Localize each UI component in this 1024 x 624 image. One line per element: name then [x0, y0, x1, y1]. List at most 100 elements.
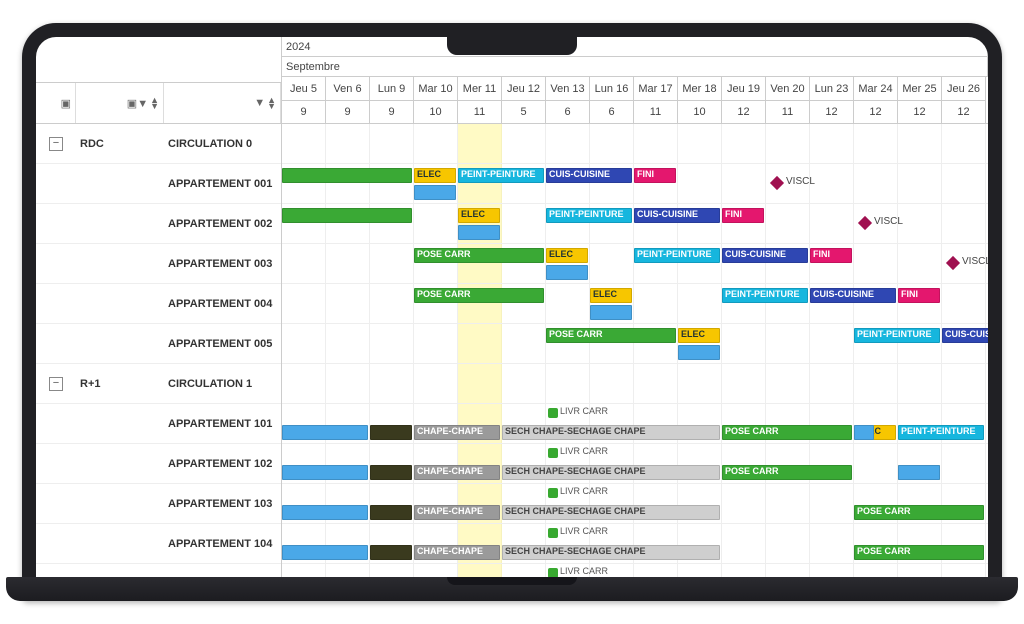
task-bar[interactable]: CHAPE-CHAPE [414, 545, 500, 560]
task-bar[interactable]: ELEC [414, 168, 456, 183]
task-bar[interactable]: ELEC [546, 248, 588, 263]
task-bar[interactable]: POSE CARR [546, 328, 676, 343]
task-bar[interactable]: FINI [634, 168, 676, 183]
day-column-header[interactable]: Ven 69 [326, 77, 370, 123]
task-bar[interactable]: CHAPE-CHAPE [414, 505, 500, 520]
tree-row[interactable]: APPARTEMENT 105 [36, 564, 281, 577]
milestone-diamond[interactable] [946, 256, 960, 270]
filter-icon[interactable]: ▼ [254, 97, 265, 109]
task-bar[interactable]: CUIS-CUISINE [722, 248, 808, 263]
task-bar[interactable]: POSE CARR [722, 465, 852, 480]
task-bar[interactable]: PEINT-PEINTURE [634, 248, 720, 263]
tree-header-col3[interactable]: ▼ ▲▼ [164, 83, 281, 123]
grid-row: ELECPEINT-PEINTURECUIS-CUISINEFINIVISCL [282, 204, 988, 244]
task-bar[interactable]: FINI [898, 288, 940, 303]
day-column-header[interactable]: Jeu 125 [502, 77, 546, 123]
task-bar[interactable]: POSE CARR [414, 288, 544, 303]
day-column-header[interactable]: Mer 1810 [678, 77, 722, 123]
task-bar[interactable] [458, 225, 500, 240]
marker-square[interactable] [548, 408, 558, 418]
task-bar[interactable]: PEINT-PEINTURE [854, 328, 940, 343]
task-bar[interactable] [370, 505, 412, 520]
milestone-diamond[interactable] [858, 216, 872, 230]
task-bar[interactable]: POSE CARR [854, 545, 984, 560]
task-bar[interactable] [590, 305, 632, 320]
task-bar[interactable] [898, 465, 940, 480]
task-bar[interactable]: FINI [722, 208, 764, 223]
marker-square[interactable] [548, 448, 558, 458]
task-bar[interactable]: PEINT-PEINTURE [898, 425, 984, 440]
marker-square[interactable] [548, 488, 558, 498]
collapse-all-icon[interactable]: ▣ [61, 97, 71, 110]
tree-row[interactable]: APPARTEMENT 005 [36, 324, 281, 364]
task-bar[interactable] [282, 425, 368, 440]
day-column-header[interactable]: Lun 2312 [810, 77, 854, 123]
task-bar[interactable]: POSE CARR [722, 425, 852, 440]
grid-area[interactable]: ELECPEINT-PEINTURECUIS-CUISINEFINIVISCLE… [282, 124, 988, 577]
task-bar[interactable]: POSE CARR [854, 505, 984, 520]
task-bar[interactable] [370, 545, 412, 560]
task-bar[interactable]: ELEC [678, 328, 720, 343]
tree-header-col2[interactable]: ▣▼ ▲▼ [76, 83, 164, 123]
sort-icon[interactable]: ▲▼ [150, 97, 159, 109]
task-bar[interactable]: SECH CHAPE-SECHAGE CHAPE [502, 545, 720, 560]
day-column-header[interactable]: Ven 136 [546, 77, 590, 123]
task-bar[interactable]: SECH CHAPE-SECHAGE CHAPE [502, 505, 720, 520]
tree-row[interactable]: APPARTEMENT 101 [36, 404, 281, 444]
task-bar[interactable] [282, 505, 368, 520]
day-column-header[interactable]: Jeu 1912 [722, 77, 766, 123]
day-column-header[interactable]: Lun 166 [590, 77, 634, 123]
task-bar[interactable]: POSE CARR [414, 248, 544, 263]
task-bar[interactable] [370, 425, 412, 440]
tree-row[interactable]: APPARTEMENT 002 [36, 204, 281, 244]
day-column-header[interactable]: Mar 1711 [634, 77, 678, 123]
marker-square[interactable] [548, 528, 558, 538]
task-bar[interactable] [414, 185, 456, 200]
task-bar[interactable]: ELEC [590, 288, 632, 303]
day-column-header[interactable]: Jeu 2612 [942, 77, 986, 123]
task-bar[interactable] [282, 168, 412, 183]
tree-row[interactable]: APPARTEMENT 003 [36, 244, 281, 284]
task-bar[interactable] [678, 345, 720, 360]
sort-icon[interactable]: ▲▼ [267, 97, 276, 109]
collapse-toggle[interactable]: − [49, 137, 63, 151]
tree-row[interactable]: −RDCCIRCULATION 0 [36, 124, 281, 164]
task-bar[interactable] [370, 465, 412, 480]
tree-row[interactable]: APPARTEMENT 103 [36, 484, 281, 524]
day-column-header[interactable]: Mar 2412 [854, 77, 898, 123]
task-bar[interactable]: CHAPE-CHAPE [414, 465, 500, 480]
tree-header-col1[interactable]: ▣ [36, 83, 76, 123]
day-column-header[interactable]: Mar 1010 [414, 77, 458, 123]
task-bar[interactable]: PEINT-PEINTURE [546, 208, 632, 223]
tree-row[interactable]: APPARTEMENT 102 [36, 444, 281, 484]
task-bar[interactable]: PEINT-PEINTURE [722, 288, 808, 303]
task-bar[interactable]: SECH CHAPE-SECHAGE CHAPE [502, 425, 720, 440]
tree-row[interactable]: −R+1CIRCULATION 1 [36, 364, 281, 404]
day-column-header[interactable]: Ven 2011 [766, 77, 810, 123]
tree-row[interactable]: APPARTEMENT 104 [36, 524, 281, 564]
day-column-header[interactable]: Lun 99 [370, 77, 414, 123]
task-bar[interactable]: ELEC [458, 208, 500, 223]
task-bar[interactable]: CHAPE-CHAPE [414, 425, 500, 440]
marker-square[interactable] [548, 568, 558, 577]
day-column-header[interactable]: Jeu 59 [282, 77, 326, 123]
task-bar[interactable] [282, 208, 412, 223]
task-bar[interactable]: CUIS-CUISINE [546, 168, 632, 183]
task-bar[interactable]: CUIS-CUISINE [942, 328, 988, 343]
tree-row[interactable]: APPARTEMENT 004 [36, 284, 281, 324]
day-column-header[interactable]: Mer 1111 [458, 77, 502, 123]
tree-row[interactable]: APPARTEMENT 001 [36, 164, 281, 204]
collapse-toggle[interactable]: − [49, 377, 63, 391]
task-bar[interactable]: FINI [810, 248, 852, 263]
task-bar[interactable]: CUIS-CUISINE [810, 288, 896, 303]
task-bar[interactable] [546, 265, 588, 280]
day-column-header[interactable]: Mer 2512 [898, 77, 942, 123]
milestone-diamond[interactable] [770, 176, 784, 190]
task-bar[interactable]: CUIS-CUISINE [634, 208, 720, 223]
task-bar[interactable] [854, 425, 874, 440]
filter-icon[interactable]: ▣▼ [127, 97, 148, 110]
task-bar[interactable]: PEINT-PEINTURE [458, 168, 544, 183]
task-bar[interactable] [282, 545, 368, 560]
task-bar[interactable]: SECH CHAPE-SECHAGE CHAPE [502, 465, 720, 480]
task-bar[interactable] [282, 465, 368, 480]
